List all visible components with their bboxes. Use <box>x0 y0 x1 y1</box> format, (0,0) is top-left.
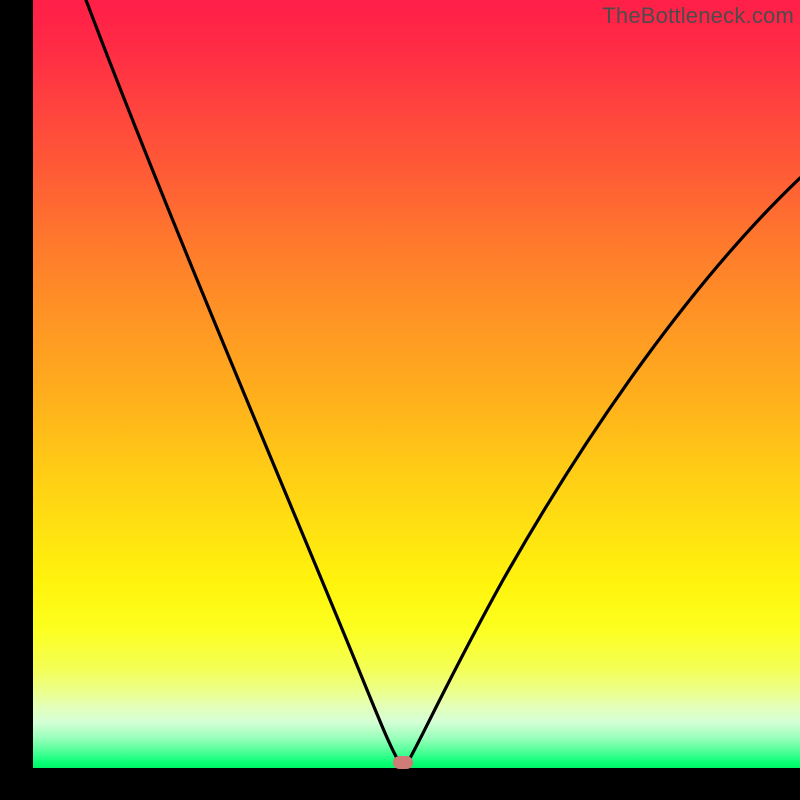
plot-area: TheBottleneck.com <box>33 0 800 768</box>
optimum-marker <box>393 756 413 769</box>
bottleneck-curve <box>33 0 800 768</box>
chart-frame: TheBottleneck.com <box>0 0 800 800</box>
watermark-text: TheBottleneck.com <box>602 3 794 29</box>
curve-path <box>86 0 800 760</box>
